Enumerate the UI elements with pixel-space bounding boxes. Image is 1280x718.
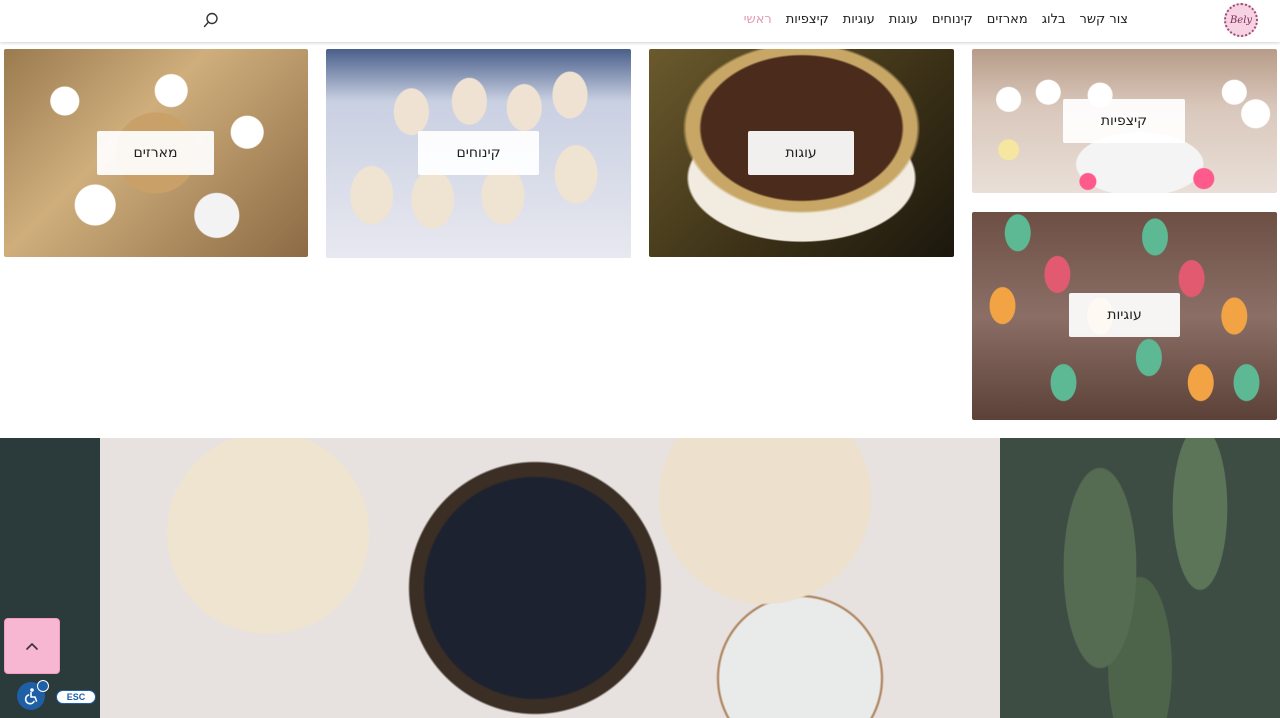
tile-label-cookies[interactable]: עוגיות — [1069, 293, 1180, 337]
accessibility-button[interactable] — [17, 680, 49, 710]
nav-item-cakes[interactable]: עוגות — [889, 10, 918, 30]
nav-item-home[interactable]: ראשי — [744, 10, 772, 30]
nav-item-desserts[interactable]: קינוחים — [932, 10, 973, 30]
tile-label-cakes[interactable]: עוגות — [748, 131, 854, 175]
tile-label-desserts[interactable]: קינוחים — [418, 131, 539, 175]
search-icon[interactable] — [203, 12, 219, 28]
main-nav: ראשי קיצפיות עוגיות עוגות קינוחים מארזים… — [744, 10, 1128, 30]
nav-item-meringues[interactable]: קיצפיות — [786, 10, 829, 30]
logo-text: Bely — [1229, 14, 1253, 26]
hero-leaves — [980, 438, 1280, 718]
site-header: Bely ראשי קיצפיות עוגיות עוגות קינוחים מ… — [0, 0, 1280, 42]
tile-label-meringues[interactable]: קיצפיות — [1063, 99, 1185, 143]
check-icon — [37, 680, 49, 692]
nav-item-blog[interactable]: בלוג — [1042, 10, 1066, 30]
gallery-tile-cookies[interactable]: עוגיות — [972, 212, 1277, 420]
gallery-tile-cakes[interactable]: עוגות — [649, 49, 954, 257]
gallery-tile-desserts[interactable]: קינוחים — [326, 49, 631, 258]
nav-item-contact[interactable]: צור קשר — [1080, 10, 1129, 30]
nav-item-boxes[interactable]: מארזים — [987, 10, 1028, 30]
nav-item-cookies[interactable]: עוגיות — [843, 10, 875, 30]
esc-button[interactable]: ESC — [56, 690, 96, 704]
scroll-to-top-button[interactable] — [4, 618, 60, 674]
hero-image — [0, 438, 1280, 718]
chevron-up-icon — [26, 643, 38, 650]
tile-label-boxes[interactable]: מארזים — [97, 131, 214, 175]
site-logo[interactable]: Bely — [1224, 3, 1258, 37]
gallery-tile-boxes[interactable]: מארזים — [4, 49, 308, 257]
gallery-tile-meringues[interactable]: קיצפיות — [972, 49, 1277, 193]
